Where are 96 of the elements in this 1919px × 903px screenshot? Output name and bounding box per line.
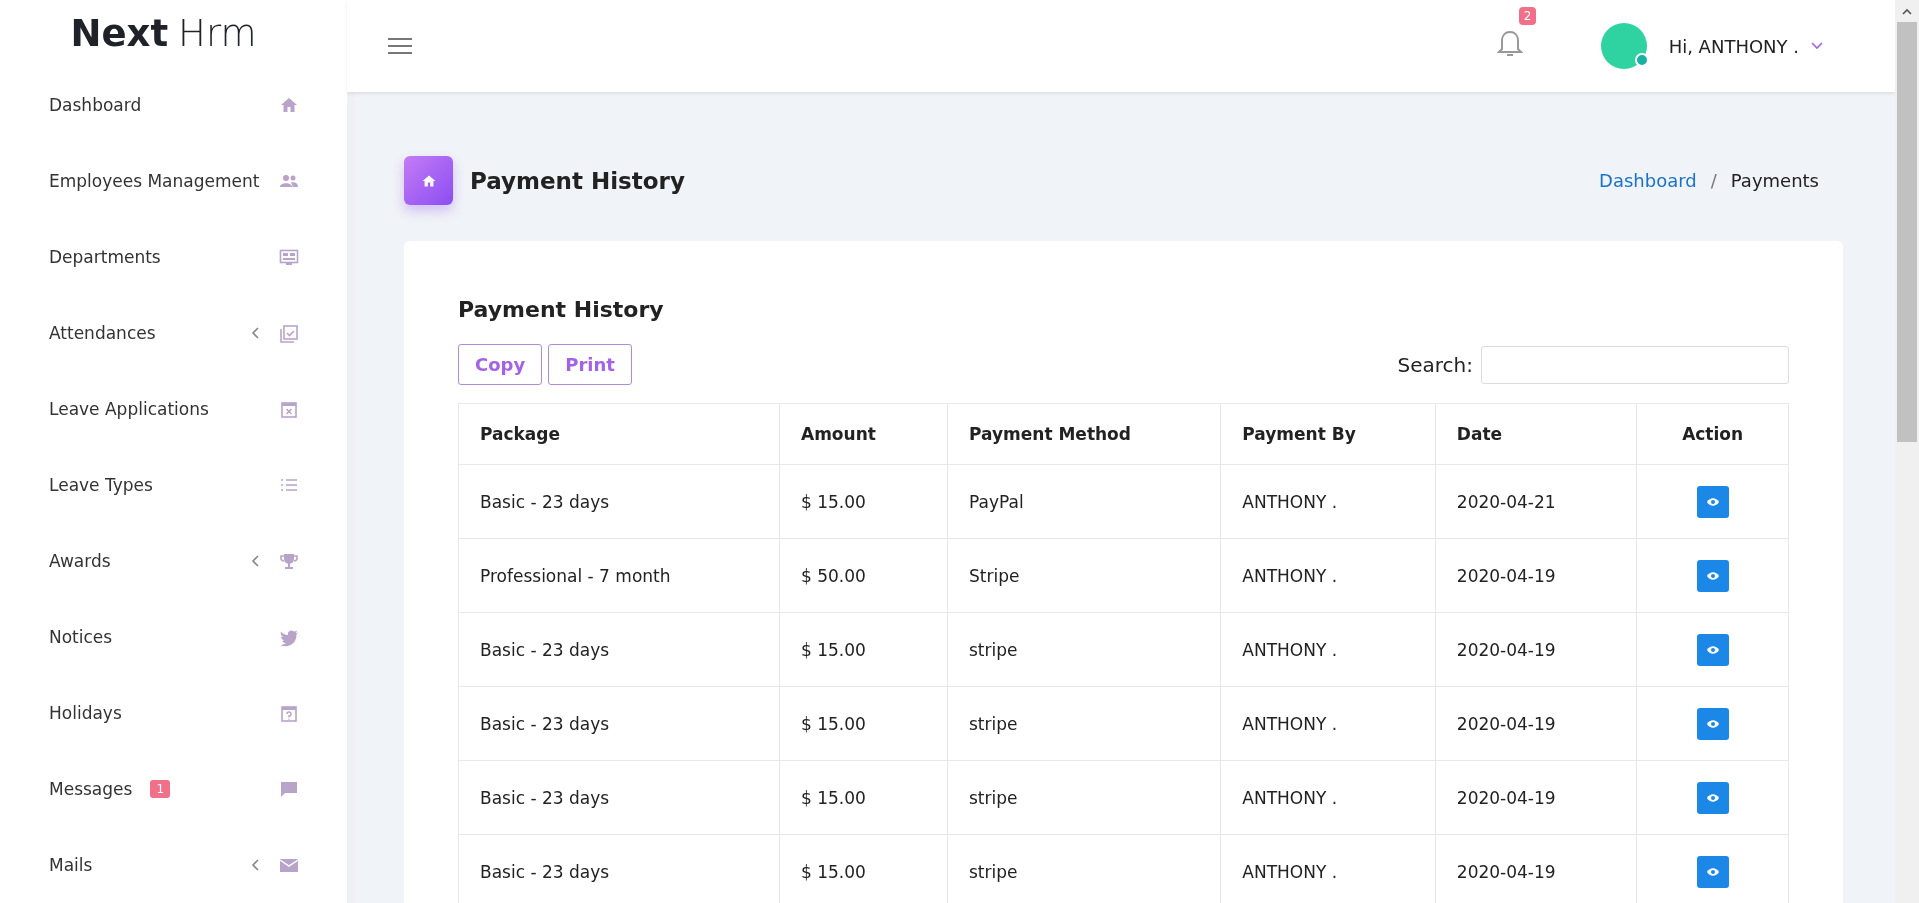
export-button[interactable]: Print: [548, 344, 632, 385]
breadcrumb-current: Payments: [1730, 170, 1819, 191]
table-cell: $ 15.00: [779, 686, 948, 761]
table-cell: ANTHONY .: [1220, 464, 1436, 539]
view-button[interactable]: [1696, 781, 1729, 814]
trophy-icon: [279, 551, 299, 571]
chevron-down-icon[interactable]: [1811, 42, 1823, 50]
eye-icon: [1705, 496, 1720, 507]
table-cell: $ 15.00: [779, 612, 948, 687]
sidebar-label: Departments: [49, 247, 161, 267]
view-button[interactable]: [1696, 559, 1729, 592]
chevron-left-icon: [251, 858, 261, 872]
eye-icon: [1705, 644, 1720, 655]
column-header: Amount: [779, 403, 948, 465]
table-cell: PayPal: [947, 464, 1221, 539]
table-cell: 2020-04-19: [1435, 760, 1637, 835]
sidebar-label: Leave Types: [49, 475, 153, 495]
notification-badge: 2: [1518, 7, 1537, 25]
eye-icon: [1705, 570, 1720, 581]
sidebar-item[interactable]: Employees Management: [0, 143, 347, 219]
scrollbar[interactable]: [1895, 0, 1919, 903]
table-cell: stripe: [947, 760, 1221, 835]
table-cell: stripe: [947, 686, 1221, 761]
sidebar-item[interactable]: Notices: [0, 599, 347, 675]
table-cell: $ 50.00: [779, 538, 948, 613]
view-button[interactable]: [1696, 485, 1729, 518]
card-icon: [279, 247, 299, 267]
table-cell: Basic - 23 days: [458, 834, 780, 903]
table-cell: Basic - 23 days: [458, 612, 780, 687]
sidebar-label: Holidays: [49, 703, 122, 723]
sidebar-label: Awards: [49, 551, 111, 571]
column-header: Date: [1435, 403, 1637, 465]
column-header: Payment By: [1220, 403, 1436, 465]
bell-icon[interactable]: [1496, 29, 1523, 59]
chat-icon: [279, 779, 299, 799]
sidebar-item[interactable]: Messages 1: [0, 751, 347, 827]
page-title: Payment History: [470, 167, 685, 194]
sidebar-label: Messages: [49, 779, 133, 799]
export-button[interactable]: Copy: [458, 344, 543, 385]
sidebar-label: Leave Applications: [49, 399, 209, 419]
menu-icon[interactable]: [387, 36, 413, 56]
search-label: Search:: [1397, 352, 1473, 377]
column-header: Payment Method: [947, 403, 1221, 465]
sidebar-item[interactable]: Leave Types: [0, 447, 347, 523]
table-cell: Basic - 23 days: [458, 464, 780, 539]
table-cell: $ 15.00: [779, 760, 948, 835]
avatar-icon[interactable]: [1600, 23, 1647, 69]
breadcrumb-separator: /: [1710, 170, 1717, 191]
sidebar-item[interactable]: Holidays: [0, 675, 347, 751]
table-cell: 2020-04-19: [1435, 686, 1637, 761]
calendar-q-icon: [279, 703, 299, 723]
card-title: Payment History: [458, 297, 665, 322]
table-cell: stripe: [947, 612, 1221, 687]
view-button[interactable]: [1696, 633, 1729, 666]
table-cell: ANTHONY .: [1220, 760, 1436, 835]
eye-icon: [1705, 866, 1720, 877]
table-cell: ANTHONY .: [1220, 612, 1436, 687]
home-icon: [279, 95, 299, 115]
sidebar-label: Notices: [49, 627, 113, 647]
chevron-left-icon: [251, 554, 261, 568]
online-status-icon: [1634, 53, 1649, 67]
table-cell: Basic - 23 days: [458, 760, 780, 835]
eye-icon: [1705, 718, 1720, 729]
eye-icon: [1705, 792, 1720, 803]
table-cell: Professional - 7 month: [458, 538, 780, 613]
sidebar-item[interactable]: Mails: [0, 827, 347, 903]
table-cell: ANTHONY .: [1220, 686, 1436, 761]
chevron-left-icon: [251, 326, 261, 340]
table-cell: Basic - 23 days: [458, 686, 780, 761]
sidebar-item[interactable]: Awards: [0, 523, 347, 599]
breadcrumb-link[interactable]: Dashboard: [1599, 170, 1697, 191]
sidebar-label: Attendances: [49, 323, 156, 343]
sidebar-item[interactable]: Departments: [0, 219, 347, 295]
table-cell: 2020-04-19: [1435, 538, 1637, 613]
message-count-badge: 1: [150, 780, 170, 798]
table-cell: Stripe: [947, 538, 1221, 613]
table-cell: $ 15.00: [779, 464, 948, 539]
sidebar-label: Employees Management: [49, 171, 260, 191]
column-header: Package: [458, 403, 780, 465]
brand-logo: Next Hrm: [69, 11, 258, 57]
table-cell: 2020-04-19: [1435, 612, 1637, 687]
calendar-x-icon: [279, 399, 299, 419]
sidebar-label: Dashboard: [49, 95, 142, 115]
column-header: Action: [1636, 403, 1789, 465]
user-greeting[interactable]: Hi, ANTHONY .: [1668, 35, 1799, 57]
sidebar-item[interactable]: Attendances: [0, 295, 347, 371]
table-cell: ANTHONY .: [1220, 538, 1436, 613]
calendar-check-icon: [279, 323, 299, 343]
table-cell: 2020-04-21: [1435, 464, 1637, 539]
sidebar-label: Mails: [49, 855, 93, 875]
home-icon: [404, 156, 453, 205]
view-button[interactable]: [1696, 855, 1729, 888]
search-field[interactable]: [1481, 345, 1789, 384]
sidebar-item[interactable]: Dashboard: [0, 67, 347, 143]
view-button[interactable]: [1696, 707, 1729, 740]
sidebar-item[interactable]: Leave Applications: [0, 371, 347, 447]
